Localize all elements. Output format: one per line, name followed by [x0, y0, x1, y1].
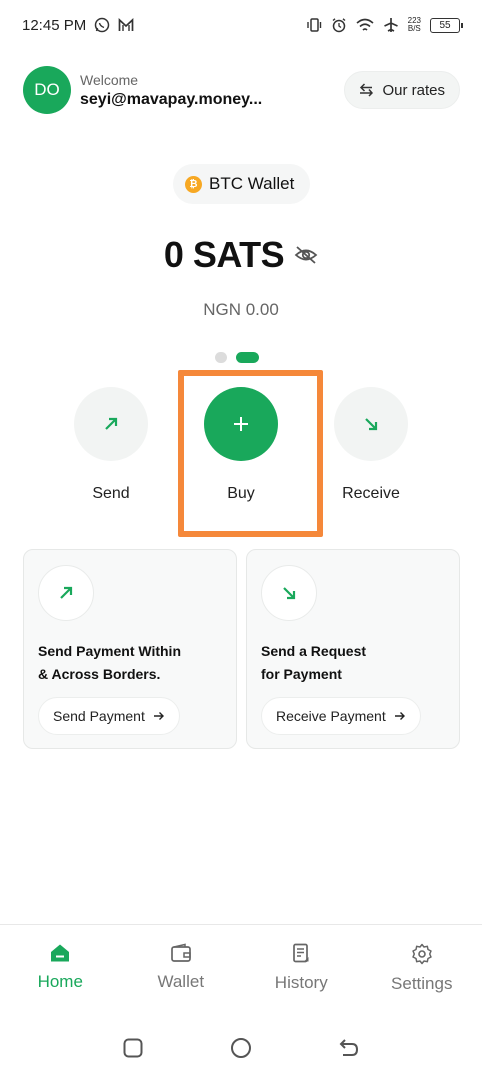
send-card-icon: [38, 565, 94, 621]
status-time: 12:45 PM: [22, 16, 87, 34]
swap-arrows-icon: [359, 83, 374, 97]
send-card-title-line1: Send Payment Within: [38, 643, 182, 659]
arrow-right-icon: [153, 711, 165, 721]
balance-row: 0 SATS: [0, 234, 482, 276]
arrow-up-right-icon: [103, 416, 119, 432]
carousel-indicator: [215, 352, 259, 363]
arrow-right-icon: [394, 711, 406, 721]
carousel-dot[interactable]: [215, 352, 227, 363]
avatar[interactable]: DO: [23, 66, 71, 114]
arrow-down-right-icon: [281, 585, 297, 601]
receive-payment-label: Receive Payment: [276, 708, 386, 724]
recent-apps-icon[interactable]: [122, 1037, 144, 1059]
network-speed: 223 B/S: [408, 17, 421, 33]
wallet-label: BTC Wallet: [209, 174, 295, 193]
receive-button[interactable]: [334, 387, 408, 461]
welcome-text: Welcome: [80, 71, 139, 88]
fiat-balance: NGN 0.00: [203, 300, 279, 319]
arrow-down-right-icon: [363, 416, 379, 432]
nav-settings[interactable]: Settings: [362, 925, 482, 1010]
send-card-title: Send Payment Within & Across Borders.: [38, 640, 181, 686]
battery-level: 55: [439, 19, 451, 31]
gear-icon: [411, 943, 433, 965]
whatsapp-icon: [94, 17, 110, 33]
our-rates-button[interactable]: Our rates: [344, 71, 460, 109]
nav-history-label: History: [274, 973, 328, 992]
battery-icon: 55: [430, 17, 463, 33]
airplane-mode-icon: [383, 17, 399, 33]
user-greeting: Welcome seyi@mavapay.money...: [80, 72, 262, 109]
send-payment-button[interactable]: Send Payment: [38, 697, 180, 735]
hide-balance-eye-icon[interactable]: [294, 245, 318, 265]
request-card-title: Send a Request for Payment: [261, 640, 366, 686]
nav-home[interactable]: Home: [0, 925, 121, 1010]
vibrate-icon: [306, 17, 322, 33]
request-card-title-line2: for Payment: [261, 666, 342, 682]
send-card-title-line2: & Across Borders.: [38, 666, 161, 682]
bottom-nav: Home Wallet History Settings: [0, 924, 482, 1010]
header: DO Welcome seyi@mavapay.money... Our rat…: [23, 66, 460, 114]
home-button-icon[interactable]: [229, 1036, 253, 1060]
receive-action[interactable]: Receive: [333, 387, 409, 503]
status-bar: 12:45 PM 223 B/S 55: [0, 0, 482, 50]
wifi-icon: [356, 18, 374, 33]
send-button[interactable]: [74, 387, 148, 461]
avatar-initials: DO: [34, 80, 60, 99]
receive-payment-button[interactable]: Receive Payment: [261, 697, 421, 735]
network-speed-unit: B/S: [407, 24, 421, 33]
nav-wallet[interactable]: Wallet: [121, 925, 242, 1010]
send-payment-label: Send Payment: [53, 708, 145, 724]
arrow-up-right-icon: [58, 585, 74, 601]
history-icon: [291, 943, 311, 964]
buy-highlight-box: [178, 370, 323, 537]
wallet-balance: 0 SATS: [163, 234, 285, 275]
back-icon[interactable]: [338, 1038, 360, 1058]
request-payment-card: Send a Request for Payment Receive Payme…: [246, 549, 460, 749]
system-nav-bar: [0, 1018, 482, 1078]
send-label: Send: [92, 485, 130, 502]
nav-history[interactable]: History: [241, 925, 362, 1010]
request-card-title-line1: Send a Request: [261, 643, 367, 659]
receive-label: Receive: [342, 485, 400, 502]
nav-wallet-label: Wallet: [157, 972, 205, 991]
user-email: seyi@mavapay.money...: [80, 90, 263, 108]
our-rates-label: Our rates: [382, 81, 445, 99]
bitcoin-icon: ₿: [185, 175, 202, 193]
request-card-icon: [261, 565, 317, 621]
carousel-dot-active[interactable]: [236, 352, 259, 363]
home-icon: [49, 943, 71, 963]
send-action[interactable]: Send: [73, 387, 149, 503]
nav-home-label: Home: [37, 972, 83, 991]
wallet-icon: [170, 943, 192, 963]
nav-settings-label: Settings: [391, 974, 453, 993]
alarm-icon: [331, 17, 347, 33]
wallet-selector[interactable]: ₿ BTC Wallet: [173, 164, 311, 204]
send-payment-card: Send Payment Within & Across Borders. Se…: [23, 549, 237, 749]
mail-app-icon: [118, 18, 134, 32]
